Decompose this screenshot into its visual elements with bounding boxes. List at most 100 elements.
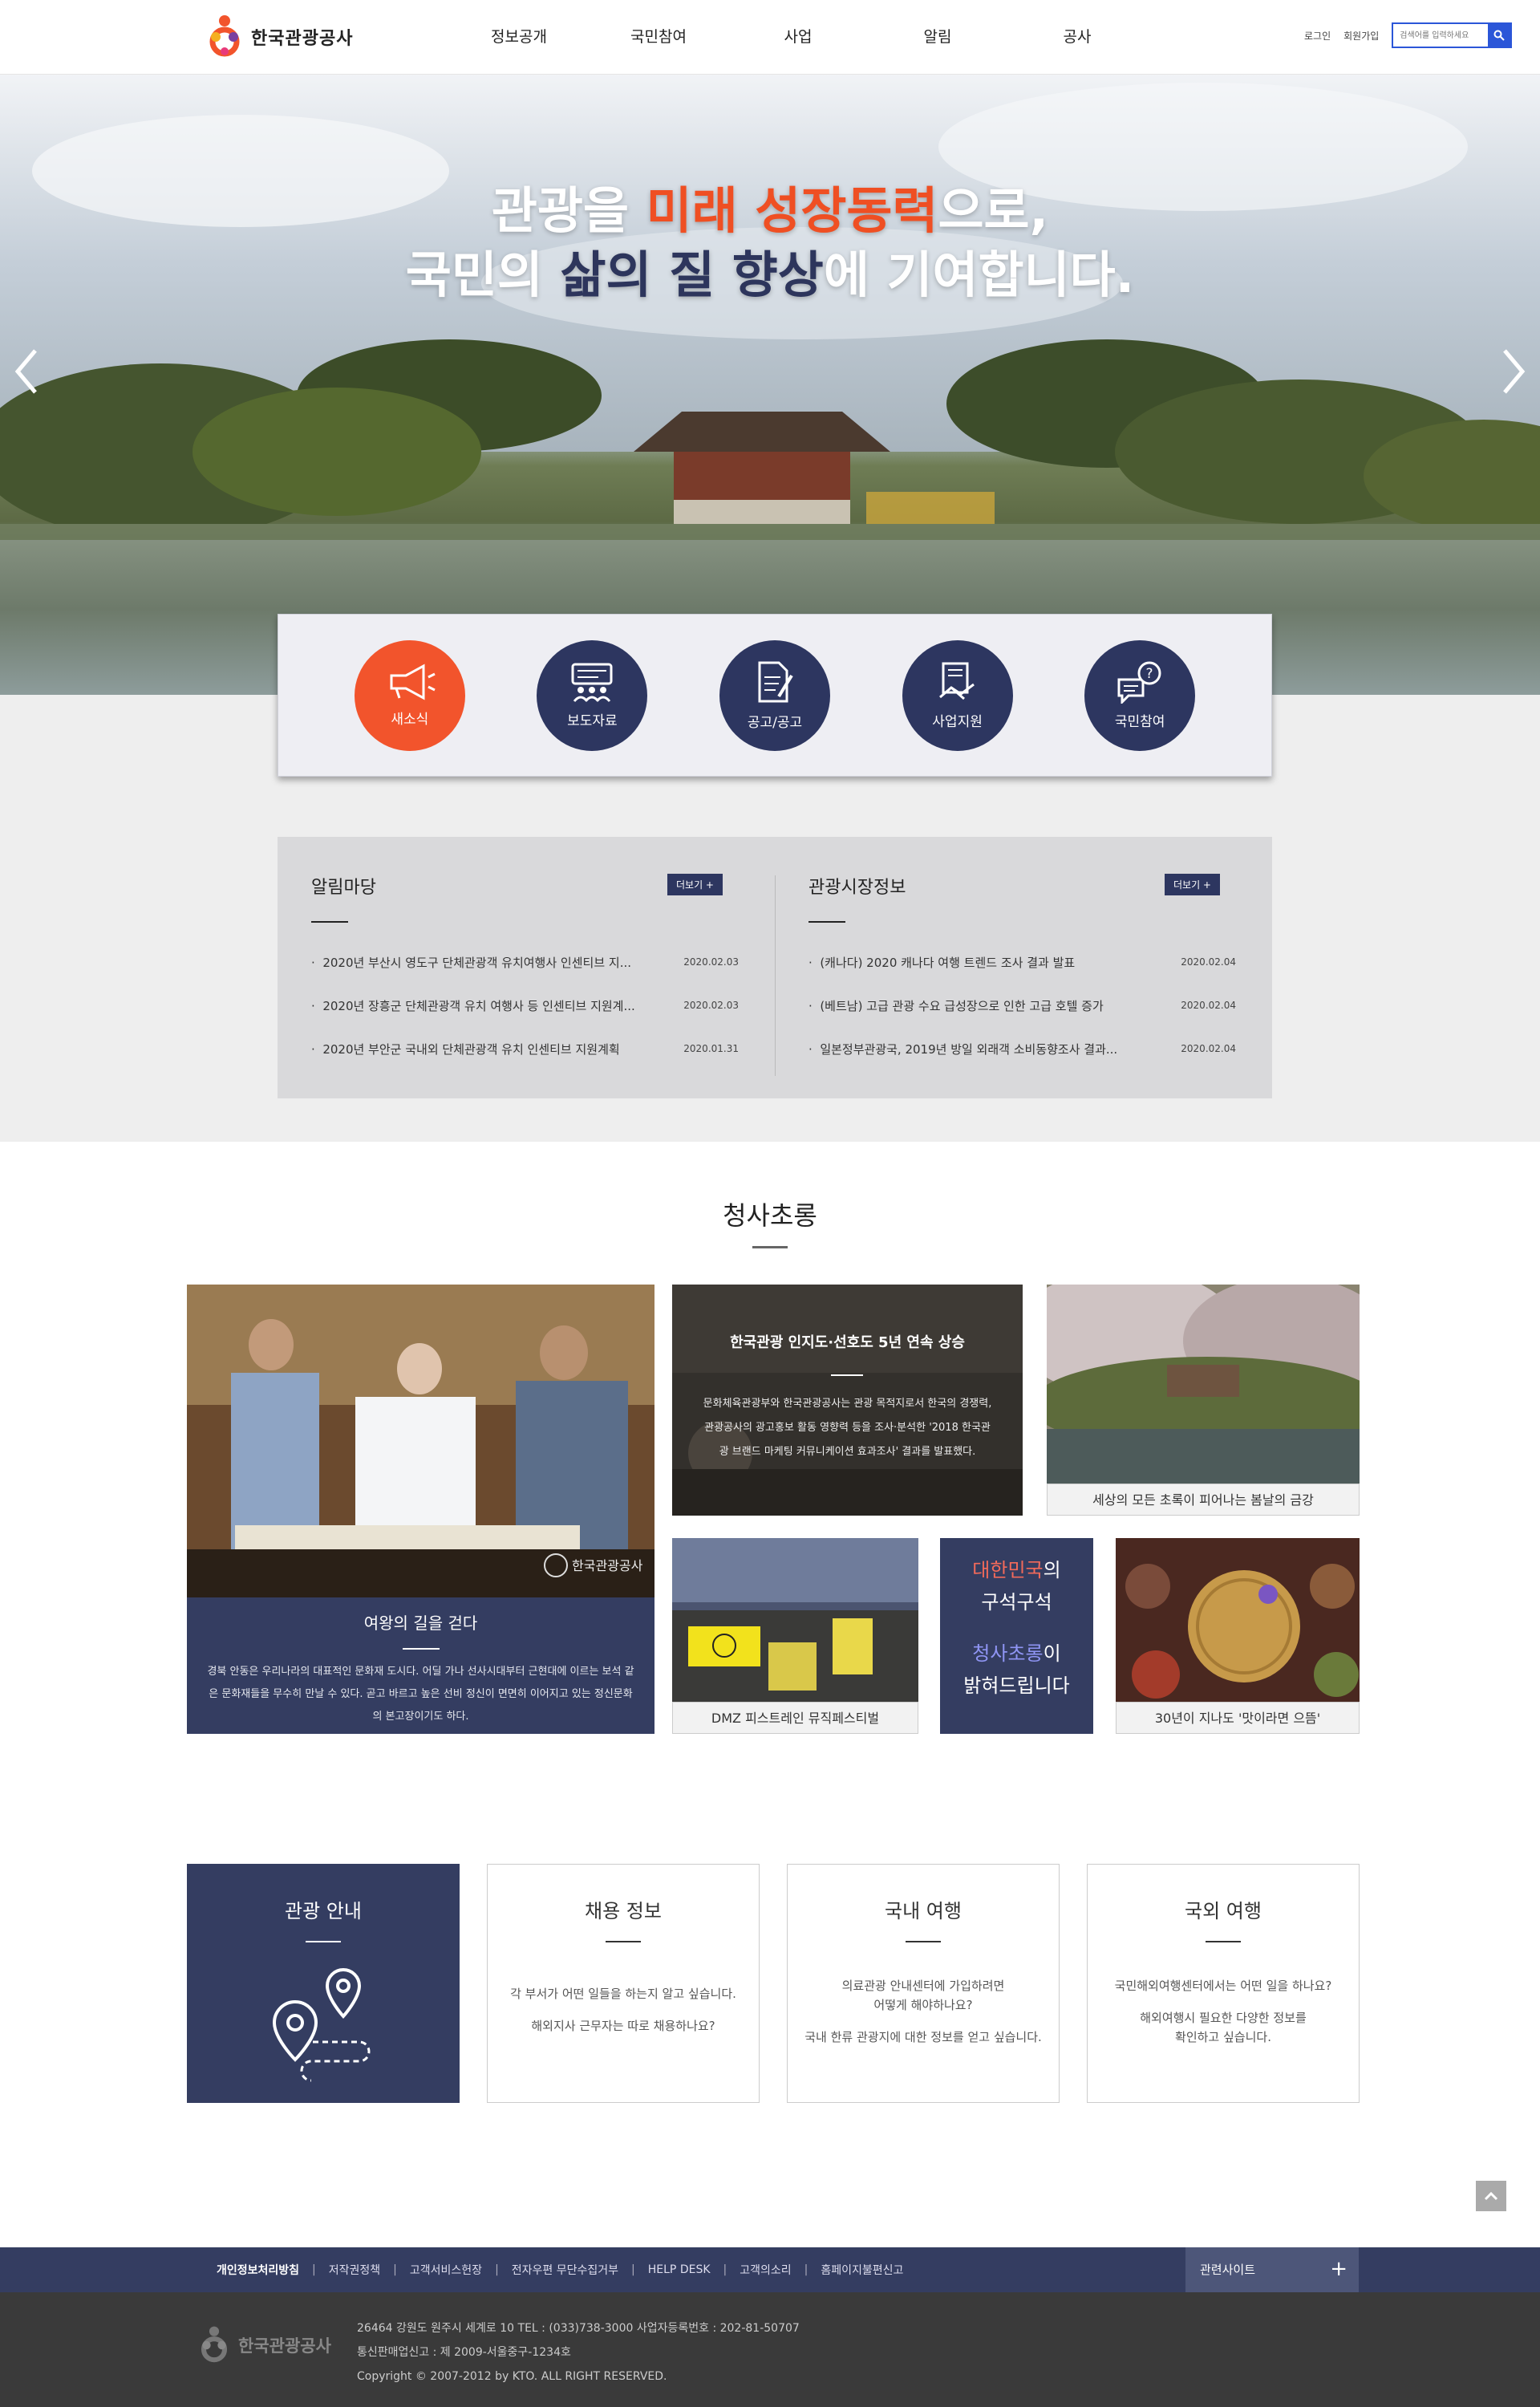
info-box-title: 국외 여행	[1185, 1900, 1262, 1922]
card-food-image	[1116, 1538, 1360, 1702]
megaphone-icon	[390, 664, 436, 700]
quick-label: 공고/공고	[747, 715, 803, 731]
title-underline	[606, 1941, 641, 1942]
footer-link-copyright[interactable]: 저작권정책	[329, 2262, 380, 2278]
footer-info: 26464 강원도 원주시 세계로 10 TEL : (033)738-3000…	[357, 2316, 800, 2389]
footer-link-charter[interactable]: 고객서비스헌장	[410, 2262, 482, 2278]
title-underline	[311, 921, 348, 923]
hero-next-button[interactable]	[1493, 339, 1534, 404]
hero-landscape-image	[0, 75, 1540, 695]
utility-menu: 로그인 회원가입	[1304, 22, 1513, 48]
handshake-icon	[938, 662, 975, 700]
logo-mark-icon	[201, 2326, 228, 2363]
list-item[interactable]: · (캐나다) 2020 캐나다 여행 트렌드 조사 결과 발표 2020.02.…	[808, 940, 1236, 984]
card-dmz-image	[672, 1538, 918, 1702]
quick-item-announcement[interactable]: 공고/공고	[719, 639, 830, 751]
market-more-button[interactable]: 더보기 +	[1165, 874, 1220, 895]
slogan-line-3: 청사초롱이	[940, 1638, 1093, 1670]
list-item-title: · (베트남) 고급 관광 수요 급성장으로 인한 고급 호텔 증가	[808, 998, 1104, 1013]
main-nav: 정보공개 국민참여 사업 알림 공사	[449, 0, 1147, 75]
nav-item-info[interactable]: 정보공개	[449, 0, 589, 75]
info-box-domestic-travel[interactable]: 국내 여행 의료관광 안내센터에 가입하려면 어떻게 해야하나요? 국내 한류 관광…	[787, 1864, 1060, 2103]
search-button[interactable]	[1488, 24, 1511, 47]
quick-item-support[interactable]: 사업지원	[902, 639, 1013, 751]
scroll-top-button[interactable]	[1476, 2181, 1506, 2211]
hero-line-1: 관광을 미래 성장동력으로,	[0, 179, 1540, 243]
logo-text: 한국관광공사	[251, 29, 354, 49]
chevron-left-icon	[14, 349, 37, 394]
title-underline	[402, 1648, 440, 1650]
list-item[interactable]: · 2020년 부산시 영도구 단체관광객 유치여행사 인센티브 지... 202…	[311, 940, 739, 984]
search-box	[1392, 22, 1513, 48]
footer-link-privacy[interactable]: 개인정보처리방침	[217, 2262, 299, 2278]
signup-link[interactable]: 회원가입	[1343, 29, 1379, 43]
nav-item-business[interactable]: 사업	[728, 0, 868, 75]
notice-boards: 알림마당 더보기 + · 2020년 부산시 영도구 단체관광객 유치여행사 인…	[278, 837, 1272, 1098]
footer-link-email-policy[interactable]: 전자우편 무단수집거부	[512, 2262, 618, 2278]
search-icon	[1493, 30, 1506, 41]
footer-links: 개인정보처리방침 | 저작권정책 | 고객서비스헌장 | 전자우편 무단수집거부 | H…	[217, 2262, 904, 2278]
site-logo[interactable]: 한국관광공사	[205, 13, 353, 61]
slogan-line-1: 대한민국의	[940, 1554, 1093, 1586]
info-box-recruitment[interactable]: 채용 정보 각 부서가 어떤 일들을 하는지 알고 싶습니다. 해외지사 근무자는…	[487, 1864, 760, 2103]
quick-menu: 새소식 보도자료 공고/공고 사업지원 ? 국민참여	[278, 614, 1272, 777]
slogan-text: 이	[1043, 1642, 1061, 1665]
card-food-caption: 30년이 지나도 '맛이라면 으뜸'	[1116, 1702, 1360, 1734]
quick-label: 사업지원	[932, 714, 983, 730]
info-box-text: 국민해외여행센터에서는 어떤 일을 하나요? 해외여행시 필요한 다양한 정보를 확…	[1114, 1979, 1332, 2044]
press-icon	[571, 663, 613, 702]
slogan-highlight-korea: 대한민국	[972, 1559, 1044, 1581]
footer-report-number: 통신판매업신고 : 제 2009-서울중구-1234호	[357, 2346, 571, 2359]
quick-label: 새소식	[391, 712, 429, 728]
slogan-line-2: 구석구석	[981, 1591, 1052, 1613]
footer-link-helpdesk[interactable]: HELP DESK	[648, 2263, 711, 2276]
svg-text:?: ?	[1146, 666, 1153, 682]
hero-highlight-growth: 미래 성장동력	[646, 181, 938, 240]
footer-link-report[interactable]: 홈페이지불편신고	[821, 2262, 903, 2278]
info-box-overseas-travel[interactable]: 국외 여행 국민해외여행센터에서는 어떤 일을 하나요? 해외여행시 필요한 다양…	[1087, 1864, 1360, 2103]
hero-text: 국민의	[405, 246, 561, 304]
search-input[interactable]	[1393, 24, 1489, 47]
list-item-title: · 2020년 부안군 국내외 단체관광객 유치 인센티브 지원계획	[311, 1041, 620, 1057]
plus-icon: +	[1330, 2257, 1348, 2281]
nav-item-participation[interactable]: 국민참여	[589, 0, 728, 75]
related-sites-select[interactable]: 관련사이트 +	[1185, 2247, 1359, 2292]
card-spring-image	[1047, 1285, 1360, 1484]
list-item[interactable]: · 2020년 부안군 국내외 단체관광객 유치 인센티브 지원계획 2020.0…	[311, 1027, 739, 1070]
notice-board: 알림마당 더보기 + · 2020년 부산시 영도구 단체관광객 유치여행사 인…	[278, 837, 775, 1098]
card-queen-desc: 경북 안동은 우리나라의 대표적인 문화재 도시다. 어딜 가나 선사시대부터 …	[207, 1666, 634, 1723]
nav-item-notice[interactable]: 알림	[868, 0, 1007, 75]
card-queen-title: 여왕의 길을 걷다	[363, 1613, 478, 1633]
quick-item-participation[interactable]: ? 국민참여	[1084, 639, 1196, 751]
info-box-text: 의료관광 안내센터에 가입하려면 어떻게 해야하나요? 국내 한류 관광지에 대한 …	[804, 1979, 1042, 2044]
slogan-line-4: 밝혀드립니다	[963, 1674, 1070, 1697]
card-food[interactable]: 30년이 지나도 '맛이라면 으뜸'	[1116, 1538, 1360, 1734]
footer-logo-text: 한국관광공사	[238, 2336, 331, 2356]
card-queen[interactable]: 한국관광공사 여왕의 길을 걷다 경북 안동은 우리나라의 대표적인 문화재 도…	[187, 1285, 654, 1734]
hero-text: 관광을	[491, 181, 646, 240]
footer-link-voice[interactable]: 고객의소리	[740, 2262, 791, 2278]
list-item[interactable]: · 일본정부관광국, 2019년 방일 외래객 소비동향조사 결과... 2020…	[808, 1027, 1236, 1070]
info-box-tourism-guide[interactable]: 관광 안내	[187, 1864, 460, 2103]
quick-item-press[interactable]: 보도자료	[537, 639, 648, 751]
title-underline	[808, 921, 845, 923]
login-link[interactable]: 로그인	[1304, 29, 1331, 43]
hero-prev-button[interactable]	[6, 339, 47, 404]
notice-more-button[interactable]: 더보기 +	[667, 874, 723, 895]
card-queen-image: 한국관광공사	[187, 1285, 654, 1597]
notice-list: · 2020년 부산시 영도구 단체관광객 유치여행사 인센티브 지... 202…	[311, 940, 739, 1070]
list-item[interactable]: · 2020년 장흥군 단체관광객 유치 여행사 등 인센티브 지원계... 20…	[311, 984, 739, 1027]
card-dmz[interactable]: DMZ 피스트레인 뮤직페스티벌	[672, 1538, 918, 1734]
footer-bottom: 한국관광공사 26464 강원도 원주시 세계로 10 TEL : (033)7…	[0, 2292, 1540, 2407]
nav-item-company[interactable]: 공사	[1007, 0, 1147, 75]
site-header: 한국관광공사 정보공개 국민참여 사업 알림 공사 로그인 회원가입	[0, 0, 1540, 75]
card-brand-survey[interactable]: 한국관광 인지도·선호도 5년 연속 상승 문화체육관광부와 한국관광공사는 관…	[672, 1285, 1023, 1516]
list-item-title: · (캐나다) 2020 캐나다 여행 트렌드 조사 결과 발표	[808, 955, 1076, 970]
quick-item-news[interactable]: 새소식	[354, 639, 465, 751]
title-underline	[1206, 1941, 1241, 1942]
list-item[interactable]: · (베트남) 고급 관광 수요 급성장으로 인한 고급 호텔 증가 2020.0…	[808, 984, 1236, 1027]
hero-text: 에 기여합니다.	[823, 246, 1135, 304]
card-slogan[interactable]: 대한민국의 구석구석 청사초롱이 밝혀드립니다	[940, 1538, 1093, 1734]
hero-highlight-quality: 삶의 질 향상	[560, 246, 824, 304]
card-spring[interactable]: 세상의 모든 초록이 피어나는 봄날의 금강	[1047, 1285, 1360, 1516]
